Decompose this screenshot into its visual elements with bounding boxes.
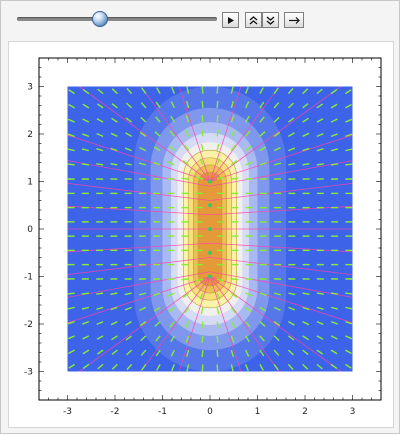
x-tick-label: 1 [255,407,261,417]
field-arrow [81,292,89,295]
field-arrow [181,177,189,180]
charge-marker [208,227,212,231]
field-arrow [231,278,239,281]
y-tick-label: 2 [27,130,33,140]
field-arrow [201,100,204,108]
field-arrow [201,86,204,94]
x-tick-label: 2 [302,407,308,417]
field-arrow [201,115,204,123]
play-icon [228,16,234,24]
field-arrow [201,350,204,358]
y-tick-label: 1 [27,178,33,188]
field-arrow [216,364,219,372]
field-arrow [216,86,219,94]
field-arrow [81,163,89,166]
y-tick-label: 3 [27,83,33,93]
right-arrow-icon [288,16,300,24]
manipulate-panel: -3 -2 -1 0 1 2 3 3 2 1 0 -1 -2 -3 [0,0,400,434]
field-arrow [216,350,219,358]
slider-thumb[interactable] [91,11,108,27]
field-arrow [67,163,75,166]
y-tick-label: 0 [27,225,33,235]
field-arrow [331,292,339,295]
field-arrow [216,335,219,343]
animation-slider[interactable] [17,11,217,27]
charge-marker [208,274,212,279]
double-chevron-down-icon [266,16,275,25]
charge-marker [208,203,212,208]
x-tick-label: -1 [158,407,167,417]
charge-marker [208,250,212,255]
x-tick-label: -3 [63,407,72,417]
field-arrow [231,177,239,180]
faster-button[interactable] [245,12,262,28]
field-plot: -3 -2 -1 0 1 2 3 3 2 1 0 -1 -2 -3 [24,57,382,417]
step-forward-button[interactable] [284,12,304,28]
y-tick-label: -1 [24,273,33,283]
field-arrow [345,292,353,295]
play-button[interactable] [222,12,239,28]
field-arrow [216,115,219,123]
charge-marker [208,179,212,184]
field-arrow [181,278,189,281]
field-arrow [216,100,219,108]
y-tick-label: -2 [24,320,33,330]
field-arrow [345,163,353,166]
field-arrow [201,335,204,343]
x-tick-label: 0 [207,407,213,417]
slower-button[interactable] [262,12,279,28]
field-arrow [331,163,339,166]
controls-bar [1,1,401,37]
x-tick-label: -2 [111,407,120,417]
x-tick-label: 3 [350,407,356,417]
double-chevron-up-icon [249,15,258,24]
field-arrow [67,292,75,295]
y-tick-label: -3 [24,368,33,378]
plot-panel: -3 -2 -1 0 1 2 3 3 2 1 0 -1 -2 -3 [8,41,394,428]
field-arrow [201,364,204,372]
